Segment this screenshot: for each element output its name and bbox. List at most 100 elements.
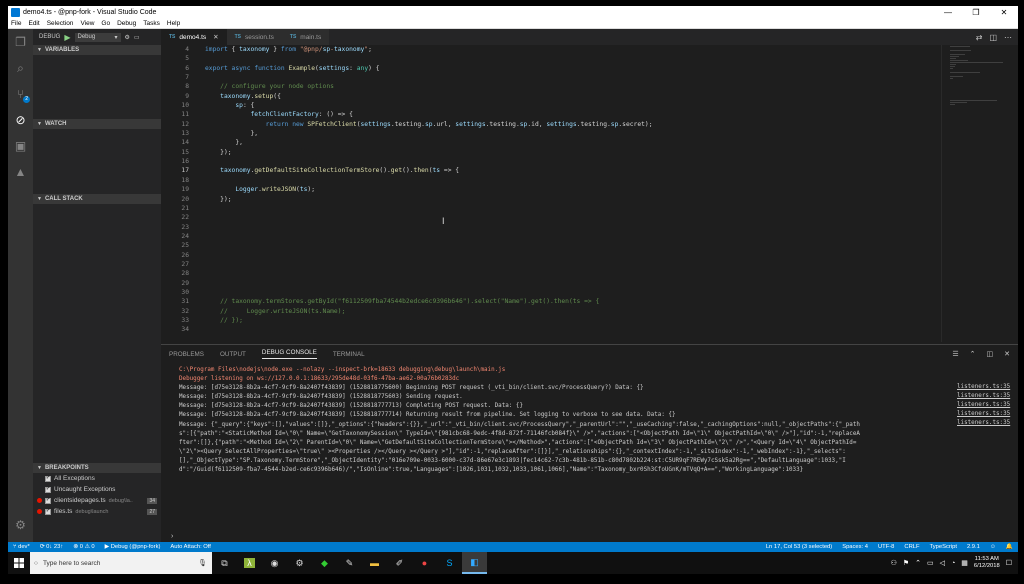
azure-icon[interactable]: ▲: [8, 159, 33, 185]
settings-gear-icon[interactable]: ⚙: [8, 512, 33, 538]
maximize-panel-icon[interactable]: ◫: [987, 350, 994, 358]
close-tab-icon[interactable]: ✕: [213, 33, 218, 41]
source-control-icon[interactable]: ⑂ 2: [8, 81, 33, 107]
notification-icon[interactable]: ☐: [1006, 559, 1012, 567]
sync-status[interactable]: ⟳ 0↓ 23↑: [40, 544, 64, 550]
problems-status[interactable]: ⊗ 0 ⚠ 0: [73, 544, 94, 550]
debug-icon[interactable]: ⊘: [8, 107, 33, 133]
menu-help[interactable]: Help: [167, 20, 180, 27]
minimap-line: [950, 54, 965, 55]
language-mode[interactable]: TypeScript: [930, 544, 957, 550]
line-endings[interactable]: CRLF: [904, 544, 919, 550]
start-debugging-icon[interactable]: ▶: [64, 33, 70, 42]
people-icon[interactable]: ⚇: [891, 559, 897, 567]
debug-console-icon[interactable]: ▭: [134, 34, 140, 41]
minimize-button[interactable]: —: [934, 8, 962, 17]
indentation[interactable]: Spaces: 4: [842, 544, 868, 550]
line-number: 6: [185, 64, 189, 72]
file-explorer-icon[interactable]: ▬: [362, 552, 387, 574]
ts-version[interactable]: 2.9.1: [967, 544, 980, 550]
breakpoint-item[interactable]: ✓ clientsidepages.ts debug\la.. 34: [33, 495, 161, 506]
more-actions-icon[interactable]: ⋯: [1004, 33, 1012, 42]
menu-selection[interactable]: Selection: [47, 20, 74, 27]
debug-settings-gear-icon[interactable]: ⚙: [125, 34, 130, 41]
network-icon[interactable]: ▭: [927, 559, 934, 567]
breakpoint-checkbox[interactable]: ✓: [45, 475, 51, 482]
tab-debug-console[interactable]: DEBUG CONSOLE: [261, 349, 317, 359]
watch-section-header[interactable]: ▼ WATCH: [33, 119, 161, 129]
tab-session[interactable]: TS session.ts: [226, 29, 282, 45]
task-view-icon[interactable]: ⧉: [212, 552, 237, 574]
green-app-icon[interactable]: ◆: [312, 552, 337, 574]
close-panel-icon[interactable]: ✕: [1004, 350, 1010, 358]
search-icon[interactable]: ⌕: [8, 55, 33, 81]
clear-console-icon[interactable]: ☰: [952, 350, 958, 358]
menu-tasks[interactable]: Tasks: [143, 20, 160, 27]
menu-go[interactable]: Go: [101, 20, 110, 27]
collapse-icon[interactable]: ⌃: [970, 350, 976, 358]
breakpoint-item[interactable]: ✓ All Exceptions: [33, 473, 161, 484]
breakpoint-checkbox[interactable]: ✓: [45, 486, 51, 493]
auto-attach-status[interactable]: Auto Attach: Off: [170, 544, 211, 550]
clock[interactable]: 11:53 AM 6/12/2018: [974, 556, 1000, 570]
breakpoints-section-header[interactable]: ▼ BREAKPOINTS: [33, 463, 161, 473]
settings-app-icon[interactable]: ⚙: [287, 552, 312, 574]
notifications-icon[interactable]: 🔔: [1006, 544, 1013, 550]
skype-icon[interactable]: S: [437, 552, 462, 574]
vscode-taskbar-icon[interactable]: ◧: [462, 552, 487, 574]
menu-file[interactable]: File: [11, 20, 21, 27]
tab-main[interactable]: TS main.ts: [281, 29, 330, 45]
extensions-icon[interactable]: ▣: [8, 133, 33, 159]
lambda-app-icon[interactable]: λ: [237, 552, 262, 574]
source-link[interactable]: listeners.ts:35: [957, 401, 1010, 410]
close-button[interactable]: ✕: [990, 8, 1018, 17]
console-prompt[interactable]: ›: [171, 533, 173, 540]
encoding[interactable]: UTF-8: [878, 544, 894, 550]
explorer-icon[interactable]: ❐: [8, 29, 33, 55]
menu-edit[interactable]: Edit: [28, 20, 39, 27]
tab-demo4[interactable]: TS demo4.ts ✕: [161, 29, 227, 45]
debug-status[interactable]: ▶ Debug (@pnp-fork): [105, 544, 161, 550]
code-editor[interactable]: 4 5 6 7 8 9 10 11 12 13 14 15 16 17 18 19 20 21 22 23 24 25 26…: [161, 45, 941, 342]
windows-start-icon[interactable]: [8, 552, 30, 574]
split-editor-icon[interactable]: ◫: [989, 33, 997, 42]
volume-icon[interactable]: ◁: [940, 559, 945, 567]
keyboard-icon[interactable]: ▦: [961, 559, 968, 567]
chevron-up-icon[interactable]: ⌃: [915, 559, 921, 567]
source-link[interactable]: listeners.ts:35: [957, 419, 1010, 428]
menu-debug[interactable]: Debug: [117, 20, 136, 27]
tab-output[interactable]: OUTPUT: [220, 351, 246, 358]
branch-status[interactable]: ⑂ dev*: [13, 544, 30, 550]
line-number: 7: [185, 74, 189, 82]
tab-problems[interactable]: PROBLEMS: [169, 351, 204, 358]
source-link[interactable]: listeners.ts:35: [957, 410, 1010, 419]
variables-section-header[interactable]: ▼ VARIABLES: [33, 45, 161, 55]
breakpoint-checkbox[interactable]: ✓: [45, 508, 51, 515]
cursor-position[interactable]: Ln 17, Col 53 (3 selected): [766, 544, 832, 550]
wifi-icon[interactable]: ◔: [951, 560, 955, 567]
taskbar-search-box[interactable]: ○ Type here to search 🎙: [30, 552, 212, 574]
menu-view[interactable]: View: [80, 20, 94, 27]
feedback-icon[interactable]: ☺: [990, 544, 996, 550]
microphone-icon[interactable]: 🎙: [198, 559, 207, 567]
chrome-icon[interactable]: ◉: [262, 552, 287, 574]
source-link[interactable]: listeners.ts:35: [957, 392, 1010, 401]
breakpoint-checkbox[interactable]: ✓: [45, 497, 51, 504]
action-center-icon[interactable]: ⚑: [903, 559, 909, 567]
open-changes-icon[interactable]: ⇄: [976, 33, 983, 42]
breakpoint-item[interactable]: ✓ Uncaught Exceptions: [33, 484, 161, 495]
pen-app-icon[interactable]: ✎: [337, 552, 362, 574]
debug-config-select[interactable]: Debug ▾: [74, 32, 121, 42]
notes-app-icon[interactable]: ✐: [387, 552, 412, 574]
chrome-browser-icon[interactable]: ●: [412, 552, 437, 574]
minimap[interactable]: [941, 45, 1011, 342]
maximize-button[interactable]: ❐: [962, 8, 990, 17]
tab-terminal[interactable]: TERMINAL: [333, 351, 365, 358]
source-link[interactable]: listeners.ts:35: [957, 383, 1010, 392]
editor-scrollbar[interactable]: [1011, 45, 1018, 342]
breakpoint-item[interactable]: ✓ files.ts debug\launch 27: [33, 506, 161, 517]
debug-label: DEBUG: [39, 34, 61, 40]
call-stack-section-header[interactable]: ▼ CALL STACK: [33, 194, 161, 204]
debug-console-output[interactable]: C:\Program Files\nodejs\node.exe --nolaz…: [179, 366, 954, 475]
